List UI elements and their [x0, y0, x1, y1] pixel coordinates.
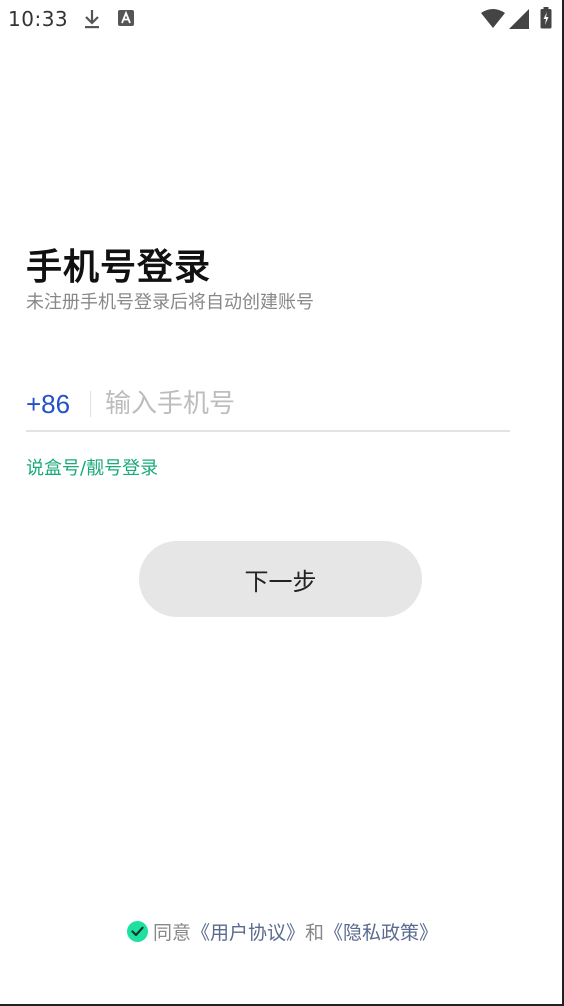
agreement-prefix: 同意: [153, 922, 192, 944]
wifi-icon: [481, 9, 505, 28]
status-time: 10:33: [8, 7, 69, 31]
login-screen: 10:33 手机号登录 未注册手机号登录后将自动创建账号 +86 说盒号/靓号登…: [0, 0, 564, 1006]
user-agreement-link[interactable]: 《用户协议》: [191, 918, 305, 945]
alt-id-login-link[interactable]: 说盒号/靓号登录: [26, 454, 158, 480]
phone-input-row: +86: [26, 378, 510, 432]
agreement-row: 同意 《用户协议》 和 《隐私政策》: [127, 918, 438, 945]
phone-input[interactable]: [105, 389, 485, 419]
page-title: 手机号登录: [26, 247, 212, 288]
signal-icon: [509, 9, 529, 29]
app-notification-icon: [118, 10, 134, 26]
battery-charging-icon: [540, 7, 552, 29]
agreement-and: 和: [305, 922, 325, 944]
status-bar: 10:33: [0, 0, 562, 38]
download-icon: [85, 10, 99, 29]
privacy-policy-link[interactable]: 《隐私政策》: [324, 918, 438, 945]
agreement-checkbox[interactable]: [127, 921, 148, 942]
country-code-selector[interactable]: +86: [26, 391, 78, 417]
checkmark-icon: [131, 926, 144, 937]
page-subtitle: 未注册手机号登录后将自动创建账号: [26, 292, 314, 313]
next-step-button[interactable]: 下一步: [139, 541, 422, 617]
input-divider: [90, 391, 91, 417]
